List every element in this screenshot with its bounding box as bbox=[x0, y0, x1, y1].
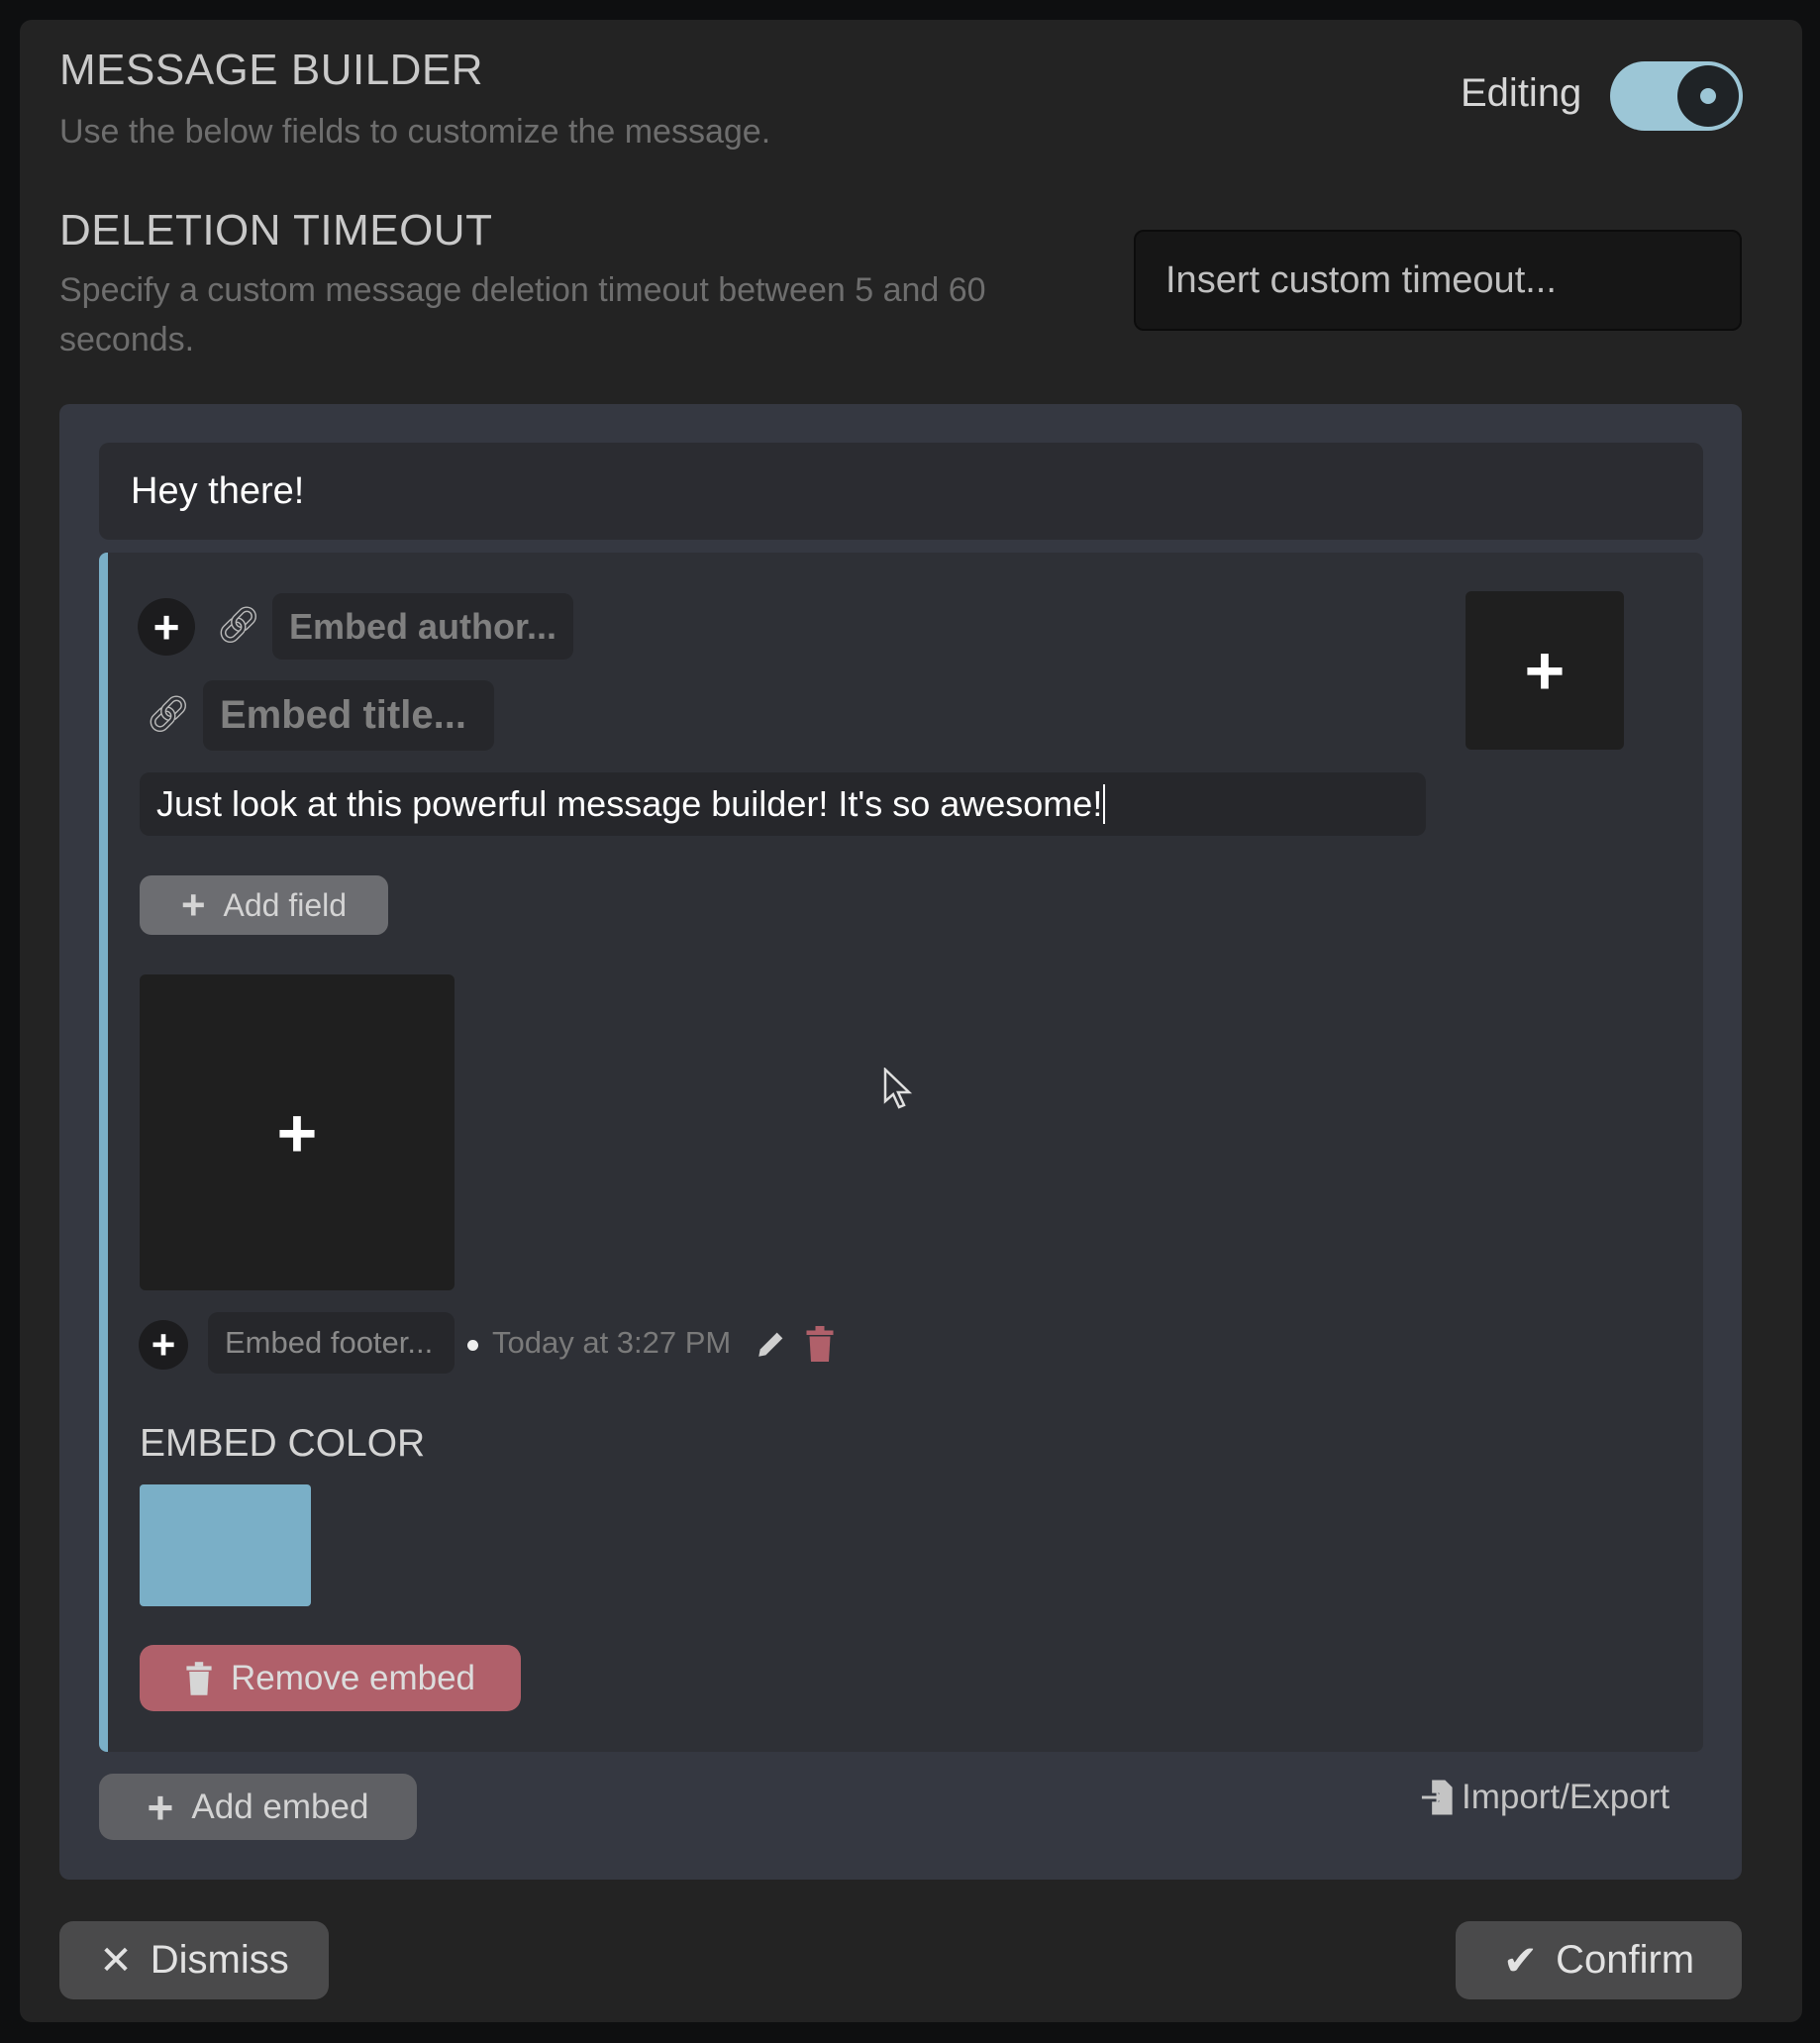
embed-author-input[interactable]: Embed author... bbox=[272, 593, 573, 660]
add-footer-icon-button[interactable]: + bbox=[139, 1320, 188, 1370]
message-content-text: Hey there! bbox=[131, 469, 305, 512]
embed-description-input[interactable]: Just look at this powerful message build… bbox=[140, 772, 1426, 836]
timeout-placeholder: Insert custom timeout... bbox=[1165, 258, 1557, 301]
deletion-timeout-title: DELETION TIMEOUT bbox=[59, 206, 493, 255]
author-link-icon[interactable]: 🔗︎ bbox=[216, 604, 261, 646]
timeout-input[interactable]: Insert custom timeout... bbox=[1134, 230, 1742, 331]
plus-icon: + bbox=[147, 1781, 174, 1833]
plus-icon: + bbox=[180, 881, 206, 928]
editing-toggle[interactable] bbox=[1610, 61, 1743, 131]
title-placeholder: Embed title... bbox=[220, 693, 466, 737]
add-field-label: Add field bbox=[223, 886, 348, 923]
import-export-button[interactable]: Import/Export bbox=[1420, 1778, 1669, 1817]
add-embed-label: Add embed bbox=[191, 1787, 369, 1826]
footer-placeholder: Embed footer... bbox=[225, 1325, 434, 1360]
text-caret bbox=[1103, 784, 1106, 824]
dismiss-label: Dismiss bbox=[150, 1938, 289, 1982]
add-author-icon-button[interactable]: + bbox=[138, 598, 195, 656]
description-text: Just look at this powerful message build… bbox=[156, 783, 1103, 824]
thumbnail-add-button[interactable]: + bbox=[1466, 591, 1624, 750]
editing-label: Editing bbox=[1461, 71, 1582, 115]
add-field-button[interactable]: + Add field bbox=[140, 875, 388, 935]
remove-timestamp-trash-icon[interactable] bbox=[805, 1326, 835, 1362]
page-title: MESSAGE BUILDER bbox=[59, 46, 484, 94]
deletion-timeout-description: Specify a custom message deletion timeou… bbox=[59, 271, 986, 358]
import-export-label: Import/Export bbox=[1462, 1778, 1670, 1816]
embed-color-swatch[interactable] bbox=[140, 1484, 311, 1606]
remove-embed-label: Remove embed bbox=[230, 1658, 476, 1697]
trash-icon bbox=[186, 1661, 212, 1695]
mouse-cursor-icon bbox=[883, 1068, 913, 1109]
add-embed-button[interactable]: + Add embed bbox=[99, 1774, 417, 1840]
image-add-button[interactable]: + bbox=[140, 974, 455, 1290]
confirm-label: Confirm bbox=[1556, 1938, 1695, 1982]
remove-embed-button[interactable]: Remove embed bbox=[140, 1645, 521, 1711]
embed-color-label: EMBED COLOR bbox=[140, 1422, 426, 1465]
edit-timestamp-pencil-icon[interactable] bbox=[755, 1327, 788, 1361]
embed-title-input[interactable]: Embed title... bbox=[203, 680, 494, 751]
embed-footer-input[interactable]: Embed footer... bbox=[208, 1312, 455, 1374]
title-link-icon[interactable]: 🔗︎ bbox=[146, 693, 191, 735]
message-content-input[interactable]: Hey there! bbox=[99, 443, 1703, 540]
timestamp[interactable]: Today at 3:27 PM bbox=[492, 1325, 731, 1361]
confirm-button[interactable]: ✔ Confirm bbox=[1456, 1921, 1742, 1999]
dismiss-button[interactable]: ✕ Dismiss bbox=[59, 1921, 329, 1999]
close-icon: ✕ bbox=[99, 1938, 133, 1983]
author-placeholder: Embed author... bbox=[289, 605, 557, 647]
file-import-icon bbox=[1421, 1780, 1453, 1815]
page-subtitle: Use the below fields to customize the me… bbox=[59, 113, 771, 151]
separator-dot bbox=[467, 1340, 478, 1351]
toggle-knob bbox=[1677, 65, 1739, 127]
check-icon: ✔ bbox=[1502, 1937, 1539, 1984]
